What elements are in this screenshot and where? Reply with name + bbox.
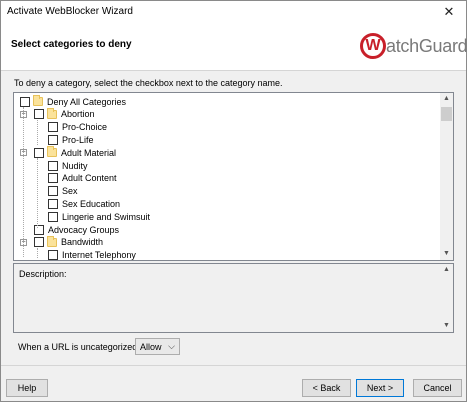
category-label: Sex Education — [62, 198, 121, 209]
category-label: Abortion — [61, 109, 95, 120]
tree-item[interactable]: − Bandwidth — [20, 235, 104, 249]
category-tree[interactable]: ▲ ▼ Deny All Categories − Abortion Pro-Choi… — [13, 92, 454, 261]
page-heading: Select categories to deny — [11, 39, 132, 50]
back-button[interactable]: < Back — [302, 379, 351, 397]
tree-item[interactable]: Deny All Categories — [20, 95, 126, 108]
desc-scroll-up-icon[interactable]: ▲ — [440, 264, 453, 276]
category-label: Sex — [62, 186, 78, 197]
scroll-down-icon[interactable]: ▼ — [440, 248, 453, 260]
folder-icon — [47, 107, 57, 119]
desc-scroll-down-icon[interactable]: ▼ — [440, 320, 453, 332]
category-checkbox[interactable] — [48, 122, 58, 133]
tree-item[interactable]: Advocacy Groups — [34, 223, 119, 236]
folder-icon — [47, 235, 57, 247]
wizard-window: Activate WebBlocker Wizard ✕ Select cate… — [0, 0, 467, 402]
chevron-down-icon: ⌵ — [168, 341, 175, 351]
category-checkbox[interactable] — [48, 198, 58, 209]
tree-item[interactable]: Pro-Choice — [48, 121, 107, 134]
tree-item[interactable]: Sex — [48, 185, 78, 198]
category-label: Adult Material — [61, 147, 117, 158]
category-checkbox[interactable] — [34, 224, 44, 235]
category-checkbox[interactable] — [34, 109, 44, 120]
tree-item[interactable]: − Abortion — [20, 107, 95, 121]
description-label: Description: — [19, 269, 67, 279]
uncategorized-value: Allow — [140, 341, 162, 352]
tree-connector — [23, 107, 24, 257]
tree-item[interactable]: Adult Content — [48, 172, 117, 185]
category-checkbox[interactable] — [34, 147, 44, 158]
category-checkbox[interactable] — [48, 134, 58, 145]
category-checkbox[interactable] — [34, 237, 44, 248]
category-label: Advocacy Groups — [48, 224, 120, 235]
category-checkbox[interactable] — [48, 250, 58, 260]
description-scrollbar[interactable]: ▲ ▼ — [440, 264, 453, 332]
category-label: Pro-Choice — [62, 122, 108, 133]
tree-connector — [37, 120, 38, 145]
watchguard-logo: W atchGuard — [360, 31, 467, 61]
uncategorized-label: When a URL is uncategorized — [18, 342, 138, 352]
tree-connector — [37, 158, 38, 228]
tree-item[interactable]: Internet Telephony — [48, 249, 136, 261]
category-checkbox[interactable] — [20, 96, 30, 107]
wizard-header: Select categories to deny W atchGuard — [1, 23, 467, 71]
logo-mark: W — [360, 33, 386, 59]
folder-icon — [47, 146, 57, 158]
tree-item[interactable]: Lingerie and Swimsuit — [48, 210, 150, 223]
category-checkbox[interactable] — [48, 186, 58, 197]
logo-text: atchGuard — [386, 35, 467, 56]
tree-scrollbar[interactable]: ▲ ▼ — [440, 93, 453, 260]
instruction-text: To deny a category, select the checkbox … — [14, 78, 283, 88]
scroll-up-icon[interactable]: ▲ — [440, 93, 453, 105]
next-button[interactable]: Next > — [356, 379, 404, 397]
tree-item[interactable]: Nudity — [48, 159, 88, 172]
tree-connector — [37, 248, 38, 258]
category-label: Internet Telephony — [62, 250, 136, 261]
title-bar: Activate WebBlocker Wizard ✕ — [1, 1, 466, 23]
description-panel: Description: ▲ ▼ — [13, 263, 454, 333]
tree-item[interactable]: Pro-Life — [48, 133, 94, 146]
folder-icon — [33, 95, 43, 106]
tree-item[interactable]: Sex Education — [48, 197, 120, 210]
cancel-button[interactable]: Cancel — [413, 379, 462, 397]
tree-item[interactable]: − Adult Material — [20, 146, 117, 159]
category-label: Pro-Life — [62, 134, 94, 145]
footer-divider — [1, 365, 466, 366]
category-label: Bandwidth — [61, 237, 104, 248]
category-label: Nudity — [62, 160, 88, 171]
category-label: Lingerie and Swimsuit — [62, 211, 151, 222]
scroll-thumb[interactable] — [441, 107, 452, 121]
close-icon[interactable]: ✕ — [432, 1, 466, 23]
category-checkbox[interactable] — [48, 211, 58, 222]
category-checkbox[interactable] — [48, 173, 58, 184]
category-checkbox[interactable] — [48, 160, 58, 171]
window-title: Activate WebBlocker Wizard — [7, 6, 133, 17]
category-label: Adult Content — [62, 173, 117, 184]
uncategorized-action-select[interactable]: Allow ⌵ — [135, 338, 180, 355]
help-button[interactable]: Help — [6, 379, 48, 397]
category-label: Deny All Categories — [47, 96, 127, 107]
